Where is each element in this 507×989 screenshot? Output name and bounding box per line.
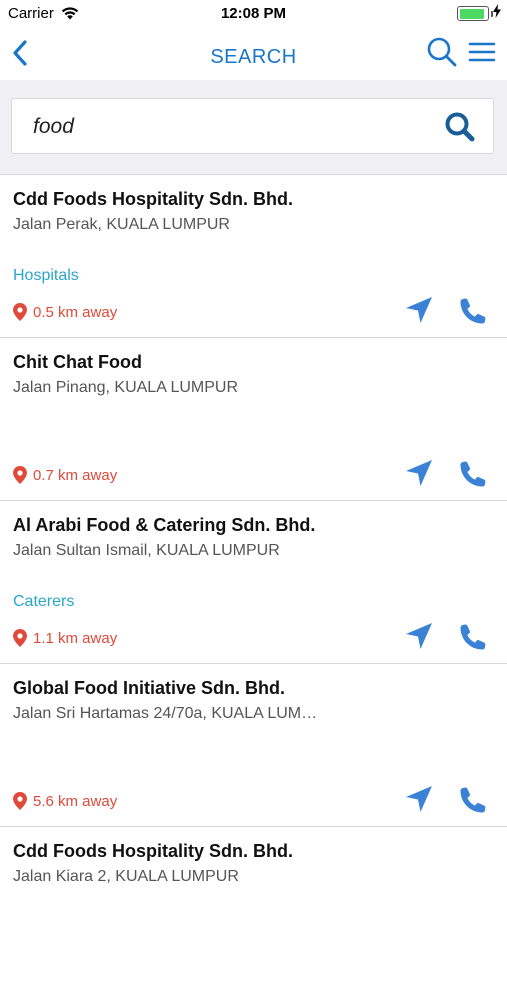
business-address: Jalan Pinang, KUALA LUMPUR xyxy=(13,379,238,396)
directions-button[interactable] xyxy=(404,295,434,325)
call-button[interactable] xyxy=(458,622,488,652)
battery-icon xyxy=(457,6,493,21)
distance-text: 5.6 km away xyxy=(33,792,118,810)
distance: 1.1 km away xyxy=(13,627,117,649)
business-category[interactable]: Hospitals xyxy=(13,267,79,285)
business-name: Chit Chat Food xyxy=(13,352,142,372)
results-list: Cdd Foods Hospitality Sdn. Bhd. Jalan Pe… xyxy=(0,174,507,989)
distance-text: 0.5 km away xyxy=(33,303,118,321)
charging-bolt-icon xyxy=(493,4,501,18)
directions-button[interactable] xyxy=(404,784,434,814)
list-item[interactable]: Chit Chat Food Jalan Pinang, KUALA LUMPU… xyxy=(0,337,507,500)
call-button[interactable] xyxy=(458,459,488,489)
status-bar: Carrier 12:08 PM xyxy=(0,0,507,28)
business-name: Al Arabi Food & Catering Sdn. Bhd. xyxy=(13,515,316,535)
location-pin-icon xyxy=(13,792,27,810)
business-address: Jalan Sultan Ismail, KUALA LUMPUR xyxy=(13,542,280,559)
directions-button[interactable] xyxy=(404,621,434,651)
search-area xyxy=(0,80,507,174)
location-pin-icon xyxy=(13,629,27,647)
list-item[interactable]: Al Arabi Food & Catering Sdn. Bhd. Jalan… xyxy=(0,500,507,663)
search-icon[interactable] xyxy=(426,36,458,68)
business-category[interactable]: Caterers xyxy=(13,593,74,611)
call-button[interactable] xyxy=(458,785,488,815)
search-box xyxy=(11,98,494,155)
business-name: Cdd Foods Hospitality Sdn. Bhd. xyxy=(13,189,293,209)
business-address: Jalan Kiara 2, KUALA LUMPUR xyxy=(13,868,239,885)
distance: 5.6 km away xyxy=(13,790,117,812)
location-pin-icon xyxy=(13,303,27,321)
search-submit-button[interactable] xyxy=(444,111,476,143)
directions-button[interactable] xyxy=(404,458,434,488)
distance: 0.7 km away xyxy=(13,464,117,486)
business-address: Jalan Sri Hartamas 24/70a, KUALA LUM… xyxy=(13,705,318,722)
list-item[interactable]: Global Food Initiative Sdn. Bhd. Jalan S… xyxy=(0,663,507,826)
location-pin-icon xyxy=(13,466,27,484)
clock: 12:08 PM xyxy=(220,5,287,22)
list-item[interactable]: Cdd Foods Hospitality Sdn. Bhd. Jalan Pe… xyxy=(0,174,507,337)
business-name: Cdd Foods Hospitality Sdn. Bhd. xyxy=(13,841,293,861)
business-name: Global Food Initiative Sdn. Bhd. xyxy=(13,678,285,698)
business-address: Jalan Perak, KUALA LUMPUR xyxy=(13,216,230,233)
search-input[interactable] xyxy=(31,99,435,155)
nav-bar: SEARCH xyxy=(0,28,507,80)
distance: 0.5 km away xyxy=(13,301,117,323)
distance-text: 0.7 km away xyxy=(33,466,118,484)
call-button[interactable] xyxy=(458,296,488,326)
distance-text: 1.1 km away xyxy=(33,629,118,647)
list-item[interactable]: Cdd Foods Hospitality Sdn. Bhd. Jalan Ki… xyxy=(0,826,507,989)
menu-icon[interactable] xyxy=(468,38,496,66)
